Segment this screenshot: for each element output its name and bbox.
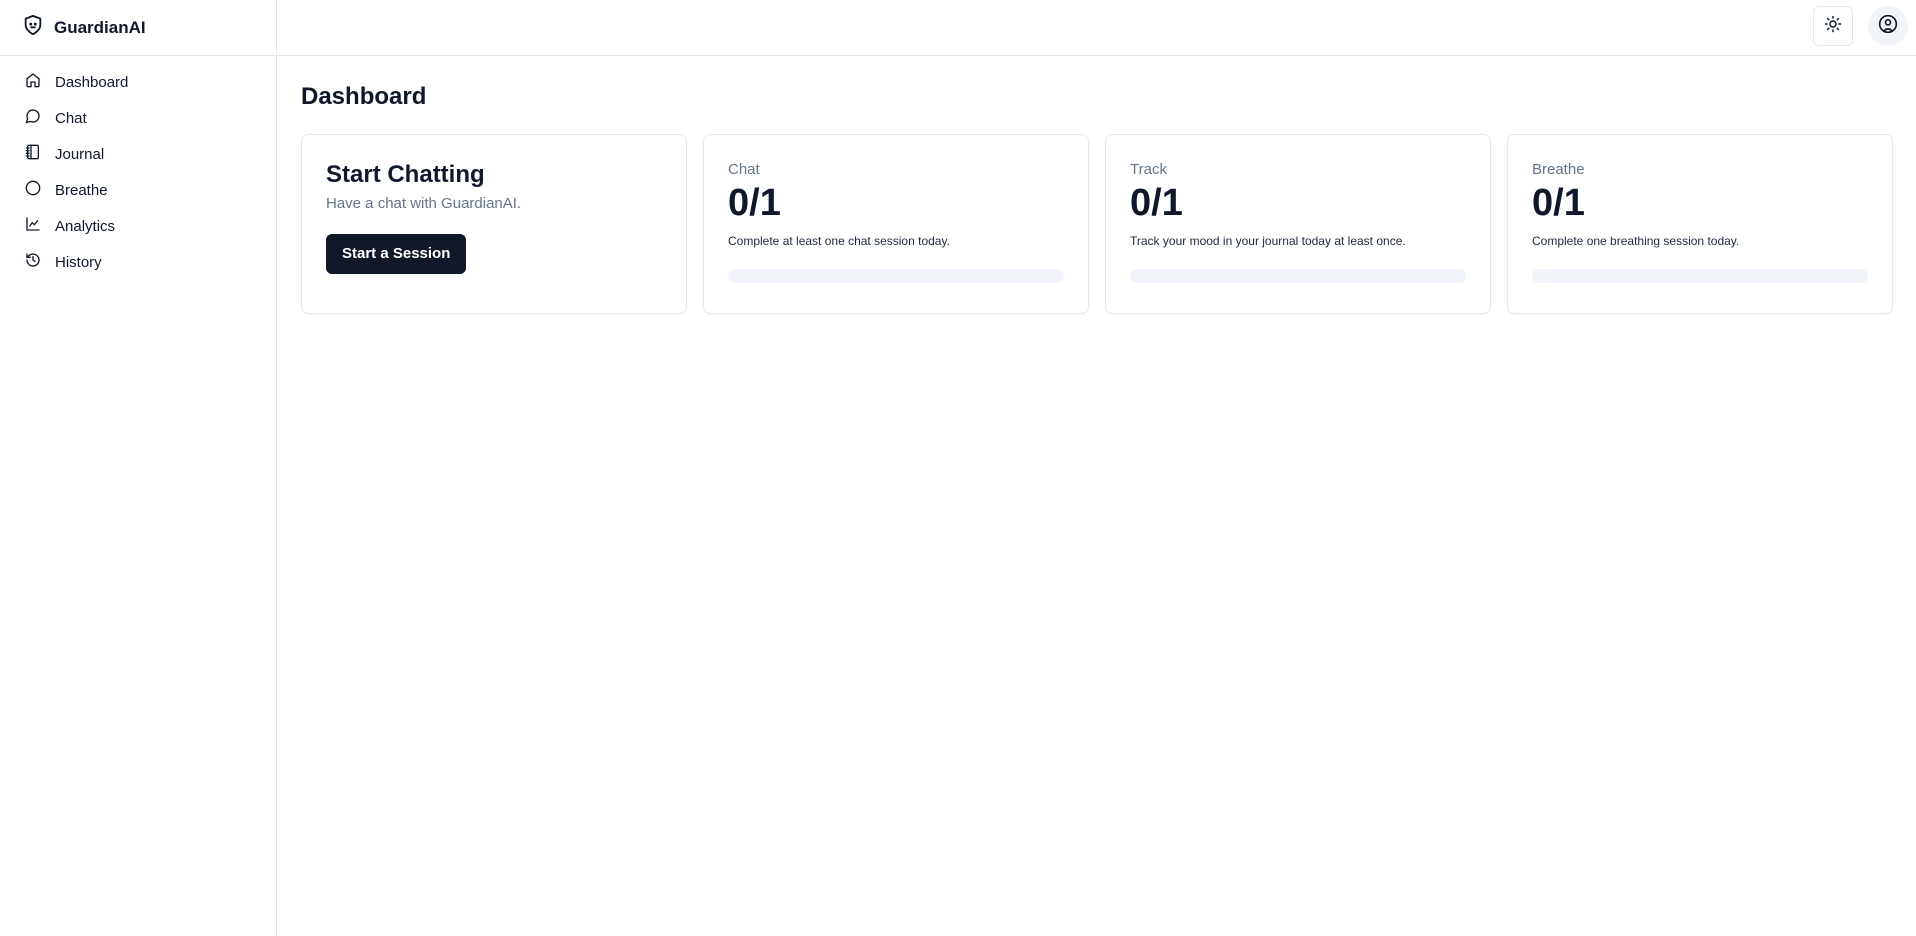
card-description: Track your mood in your journal today at… xyxy=(1130,234,1406,248)
dashboard-cards: Start Chatting Have a chat with Guardian… xyxy=(301,134,1894,314)
progress-bar xyxy=(728,269,1064,283)
card-title: Start Chatting xyxy=(326,161,485,188)
sidebar-item-label: Journal xyxy=(55,145,105,163)
sidebar-item-history[interactable]: History xyxy=(0,244,276,280)
card-label: Breathe xyxy=(1532,161,1585,178)
track-goal-card: Track 0/1 Track your mood in your journa… xyxy=(1105,134,1491,314)
shield-icon xyxy=(22,14,44,41)
line-chart-icon xyxy=(25,216,41,236)
card-value: 0/1 xyxy=(1130,182,1183,224)
page-title: Dashboard xyxy=(301,83,427,110)
top-bar xyxy=(278,0,1916,56)
card-label: Track xyxy=(1130,161,1167,178)
home-icon xyxy=(25,72,41,92)
theme-toggle-button[interactable] xyxy=(1813,6,1853,46)
card-value: 0/1 xyxy=(1532,182,1585,224)
sidebar-item-breathe[interactable]: Breathe xyxy=(0,172,276,208)
card-description: Complete at least one chat session today… xyxy=(728,234,950,248)
start-session-button[interactable]: Start a Session xyxy=(326,234,467,274)
main-content: Dashboard Start Chatting Have a chat wit… xyxy=(301,56,1894,314)
history-icon xyxy=(25,252,41,272)
circle-icon xyxy=(25,180,41,200)
card-value: 0/1 xyxy=(728,182,781,224)
user-circle-icon xyxy=(1878,14,1898,39)
brand[interactable]: GuardianAI xyxy=(0,0,276,56)
sidebar-item-label: History xyxy=(55,253,102,271)
card-subtitle: Have a chat with GuardianAI. xyxy=(326,195,522,212)
account-button[interactable] xyxy=(1868,6,1908,46)
chat-goal-card: Chat 0/1 Complete at least one chat sess… xyxy=(703,134,1089,314)
sidebar-item-label: Breathe xyxy=(55,181,108,199)
sidebar-item-label: Chat xyxy=(55,109,87,127)
sun-icon xyxy=(1824,15,1842,38)
notebook-icon xyxy=(25,144,41,164)
sidebar-item-analytics[interactable]: Analytics xyxy=(0,208,276,244)
breathe-goal-card: Breathe 0/1 Complete one breathing sessi… xyxy=(1507,134,1893,314)
card-label: Chat xyxy=(728,161,760,178)
app-name: GuardianAI xyxy=(54,17,146,37)
start-chatting-card: Start Chatting Have a chat with Guardian… xyxy=(301,134,687,314)
progress-bar xyxy=(1130,269,1466,283)
sidebar-nav: Dashboard Chat Journal Breathe Analytics xyxy=(0,56,276,280)
progress-bar xyxy=(1532,269,1868,283)
sidebar: GuardianAI Dashboard Chat Journal Breath… xyxy=(0,0,277,936)
message-circle-icon xyxy=(25,108,41,128)
sidebar-item-dashboard[interactable]: Dashboard xyxy=(0,64,276,100)
card-description: Complete one breathing session today. xyxy=(1532,234,1740,248)
sidebar-item-label: Analytics xyxy=(55,217,116,235)
sidebar-item-journal[interactable]: Journal xyxy=(0,136,276,172)
sidebar-item-label: Dashboard xyxy=(55,73,129,91)
sidebar-item-chat[interactable]: Chat xyxy=(0,100,276,136)
